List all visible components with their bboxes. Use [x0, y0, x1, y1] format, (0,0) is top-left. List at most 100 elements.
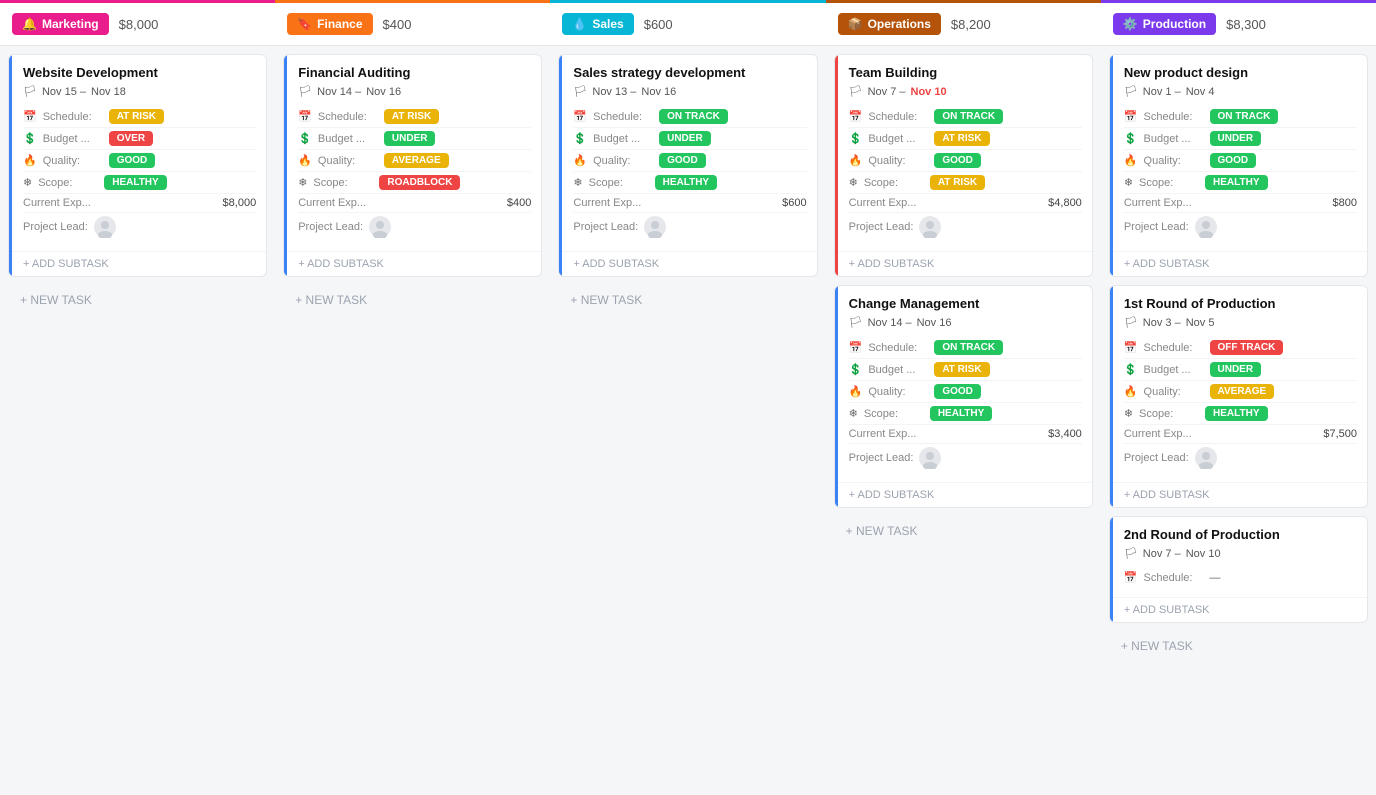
flag-icon: 🏳	[1124, 85, 1138, 98]
quality-badge: GOOD	[934, 384, 981, 399]
expense-label: Current Exp...	[1124, 197, 1192, 209]
expense-label: Current Exp...	[23, 197, 91, 209]
add-subtask-button[interactable]: + ADD SUBTASK	[559, 251, 816, 276]
lead-label: Project Lead:	[849, 221, 914, 233]
task-lead-row: Project Lead:	[573, 213, 806, 241]
schedule-icon: 📅	[849, 110, 863, 123]
schedule-badge: OFF TRACK	[1210, 340, 1284, 355]
add-subtask-button[interactable]: + ADD SUBTASK	[1110, 597, 1367, 622]
lead-label: Project Lead:	[23, 221, 88, 233]
add-subtask-button[interactable]: + ADD SUBTASK	[1110, 482, 1367, 507]
quality-badge: AVERAGE	[1210, 384, 1275, 399]
dept-badge-operations[interactable]: 📦 Operations	[838, 13, 941, 35]
task-card[interactable]: Change Management🏳Nov 14 – Nov 16📅Schedu…	[834, 285, 1093, 508]
lead-label: Project Lead:	[573, 221, 638, 233]
expense-value: $8,000	[223, 197, 257, 209]
new-task-button[interactable]: + NEW TASK	[834, 516, 1093, 546]
add-subtask-button[interactable]: + ADD SUBTASK	[835, 251, 1092, 276]
task-card[interactable]: Team Building 🏳Nov 7 – Nov 10 📅Schedule:ON…	[834, 54, 1093, 277]
column-marketing: 🔔Marketing$8,000Website Development🏳Nov …	[0, 0, 275, 795]
tasks-area-finance: Financial Auditing🏳Nov 14 – Nov 16📅Sched…	[275, 46, 550, 795]
scope-label: Scope:	[864, 408, 924, 420]
quality-badge: GOOD	[1210, 153, 1257, 168]
kanban-board: 🔔Marketing$8,000Website Development🏳Nov …	[0, 0, 1376, 795]
task-date-end: Nov 18	[91, 86, 126, 98]
task-dates: 🏳Nov 7 – Nov 10	[849, 85, 1082, 98]
task-left-border	[9, 55, 12, 276]
budget-label: Budget ...	[43, 133, 103, 145]
budget-label: Budget ...	[593, 133, 653, 145]
column-budget-operations: $8,200	[951, 17, 991, 32]
task-field-scope: ❄Scope:HEALTHY	[849, 403, 1082, 425]
add-subtask-button[interactable]: + ADD SUBTASK	[835, 482, 1092, 507]
add-subtask-button[interactable]: + ADD SUBTASK	[284, 251, 541, 276]
scope-label: Scope:	[589, 177, 649, 189]
task-field-schedule: 📅Schedule:ON TRACK	[849, 106, 1082, 128]
budget-icon: 💲	[1124, 132, 1138, 145]
budget-label: Budget ...	[1144, 364, 1204, 376]
dept-badge-marketing[interactable]: 🔔Marketing	[12, 13, 109, 35]
new-task-button[interactable]: + NEW TASK	[1109, 631, 1368, 661]
schedule-label: Schedule:	[43, 111, 103, 123]
task-date-start: Nov 3 –	[1143, 317, 1181, 329]
dept-badge-production[interactable]: ⚙️Production	[1113, 13, 1216, 35]
task-dates: 🏳Nov 15 – Nov 18	[23, 85, 256, 98]
task-left-border	[1110, 55, 1113, 276]
column-header-finance: 🔖Finance$400	[275, 3, 550, 46]
task-title: 2nd Round of Production	[1124, 527, 1357, 542]
task-title: Website Development	[23, 65, 256, 80]
add-subtask-button[interactable]: + ADD SUBTASK	[9, 251, 266, 276]
lead-label: Project Lead:	[849, 452, 914, 464]
task-field-schedule: 📅Schedule:ON TRACK	[1124, 106, 1357, 128]
dept-label-operations: Operations	[868, 17, 931, 31]
task-field-scope: ❄Scope:AT RISK	[849, 172, 1082, 194]
dept-badge-finance[interactable]: 🔖Finance	[287, 13, 372, 35]
budget-badge: OVER	[109, 131, 153, 146]
scope-badge: AT RISK	[930, 175, 985, 190]
task-field-quality: 🔥Quality:GOOD	[849, 381, 1082, 403]
task-card[interactable]: 1st Round of Production🏳Nov 3 – Nov 5📅Sc…	[1109, 285, 1368, 508]
task-title: Financial Auditing	[298, 65, 531, 80]
schedule-badge: AT RISK	[109, 109, 164, 124]
avatar	[919, 216, 941, 238]
task-expense-row: Current Exp...$400	[298, 194, 531, 213]
task-card[interactable]: Sales strategy development🏳Nov 13 – Nov …	[558, 54, 817, 277]
task-card[interactable]: Website Development🏳Nov 15 – Nov 18📅Sche…	[8, 54, 267, 277]
add-subtask-button[interactable]: + ADD SUBTASK	[1110, 251, 1367, 276]
schedule-badge: ON TRACK	[934, 340, 1003, 355]
task-card[interactable]: New product design🏳Nov 1 – Nov 4📅Schedul…	[1109, 54, 1368, 277]
column-header-operations: 📦 Operations $8,200	[826, 3, 1101, 46]
dept-icon-sales: 💧	[572, 17, 587, 31]
new-task-button[interactable]: + NEW TASK	[8, 285, 267, 315]
column-header-marketing: 🔔Marketing$8,000	[0, 3, 275, 46]
avatar	[919, 447, 941, 469]
quality-label: Quality:	[1144, 155, 1204, 167]
task-title: Team Building	[849, 65, 1082, 80]
column-operations: 📦 Operations $8,200 Team Building 🏳Nov 7 – N…	[826, 0, 1101, 795]
quality-label: Quality:	[593, 155, 653, 167]
task-card[interactable]: 2nd Round of Production🏳Nov 7 – Nov 10📅S…	[1109, 516, 1368, 623]
dept-badge-sales[interactable]: 💧Sales	[562, 13, 633, 35]
schedule-badge: AT RISK	[384, 109, 439, 124]
task-field-budget: 💲Budget ...AT RISK	[849, 128, 1082, 150]
schedule-icon: 📅	[1124, 110, 1138, 123]
task-date-start: Nov 13 –	[592, 86, 636, 98]
budget-icon: 💲	[849, 363, 863, 376]
dept-icon-operations: 📦	[848, 17, 863, 31]
quality-label: Quality:	[318, 155, 378, 167]
task-field-budget: 💲Budget ...UNDER	[1124, 359, 1357, 381]
avatar	[644, 216, 666, 238]
task-title: Sales strategy development	[573, 65, 806, 80]
task-date-start: Nov 14 –	[868, 317, 912, 329]
flag-icon: 🏳	[1124, 547, 1138, 560]
scope-icon: ❄	[1124, 407, 1133, 420]
scope-label: Scope:	[313, 177, 373, 189]
task-field-scope: ❄Scope:HEALTHY	[573, 172, 806, 194]
column-finance: 🔖Finance$400 Financial Auditing🏳Nov 14 – …	[275, 0, 550, 795]
task-dates: 🏳Nov 14 – Nov 16	[849, 316, 1082, 329]
task-card[interactable]: Financial Auditing🏳Nov 14 – Nov 16📅Sched…	[283, 54, 542, 277]
new-task-button[interactable]: + NEW TASK	[283, 285, 542, 315]
dept-icon-production: ⚙️	[1123, 17, 1138, 31]
schedule-label: Schedule:	[1144, 111, 1204, 123]
new-task-button[interactable]: + NEW TASK	[558, 285, 817, 315]
